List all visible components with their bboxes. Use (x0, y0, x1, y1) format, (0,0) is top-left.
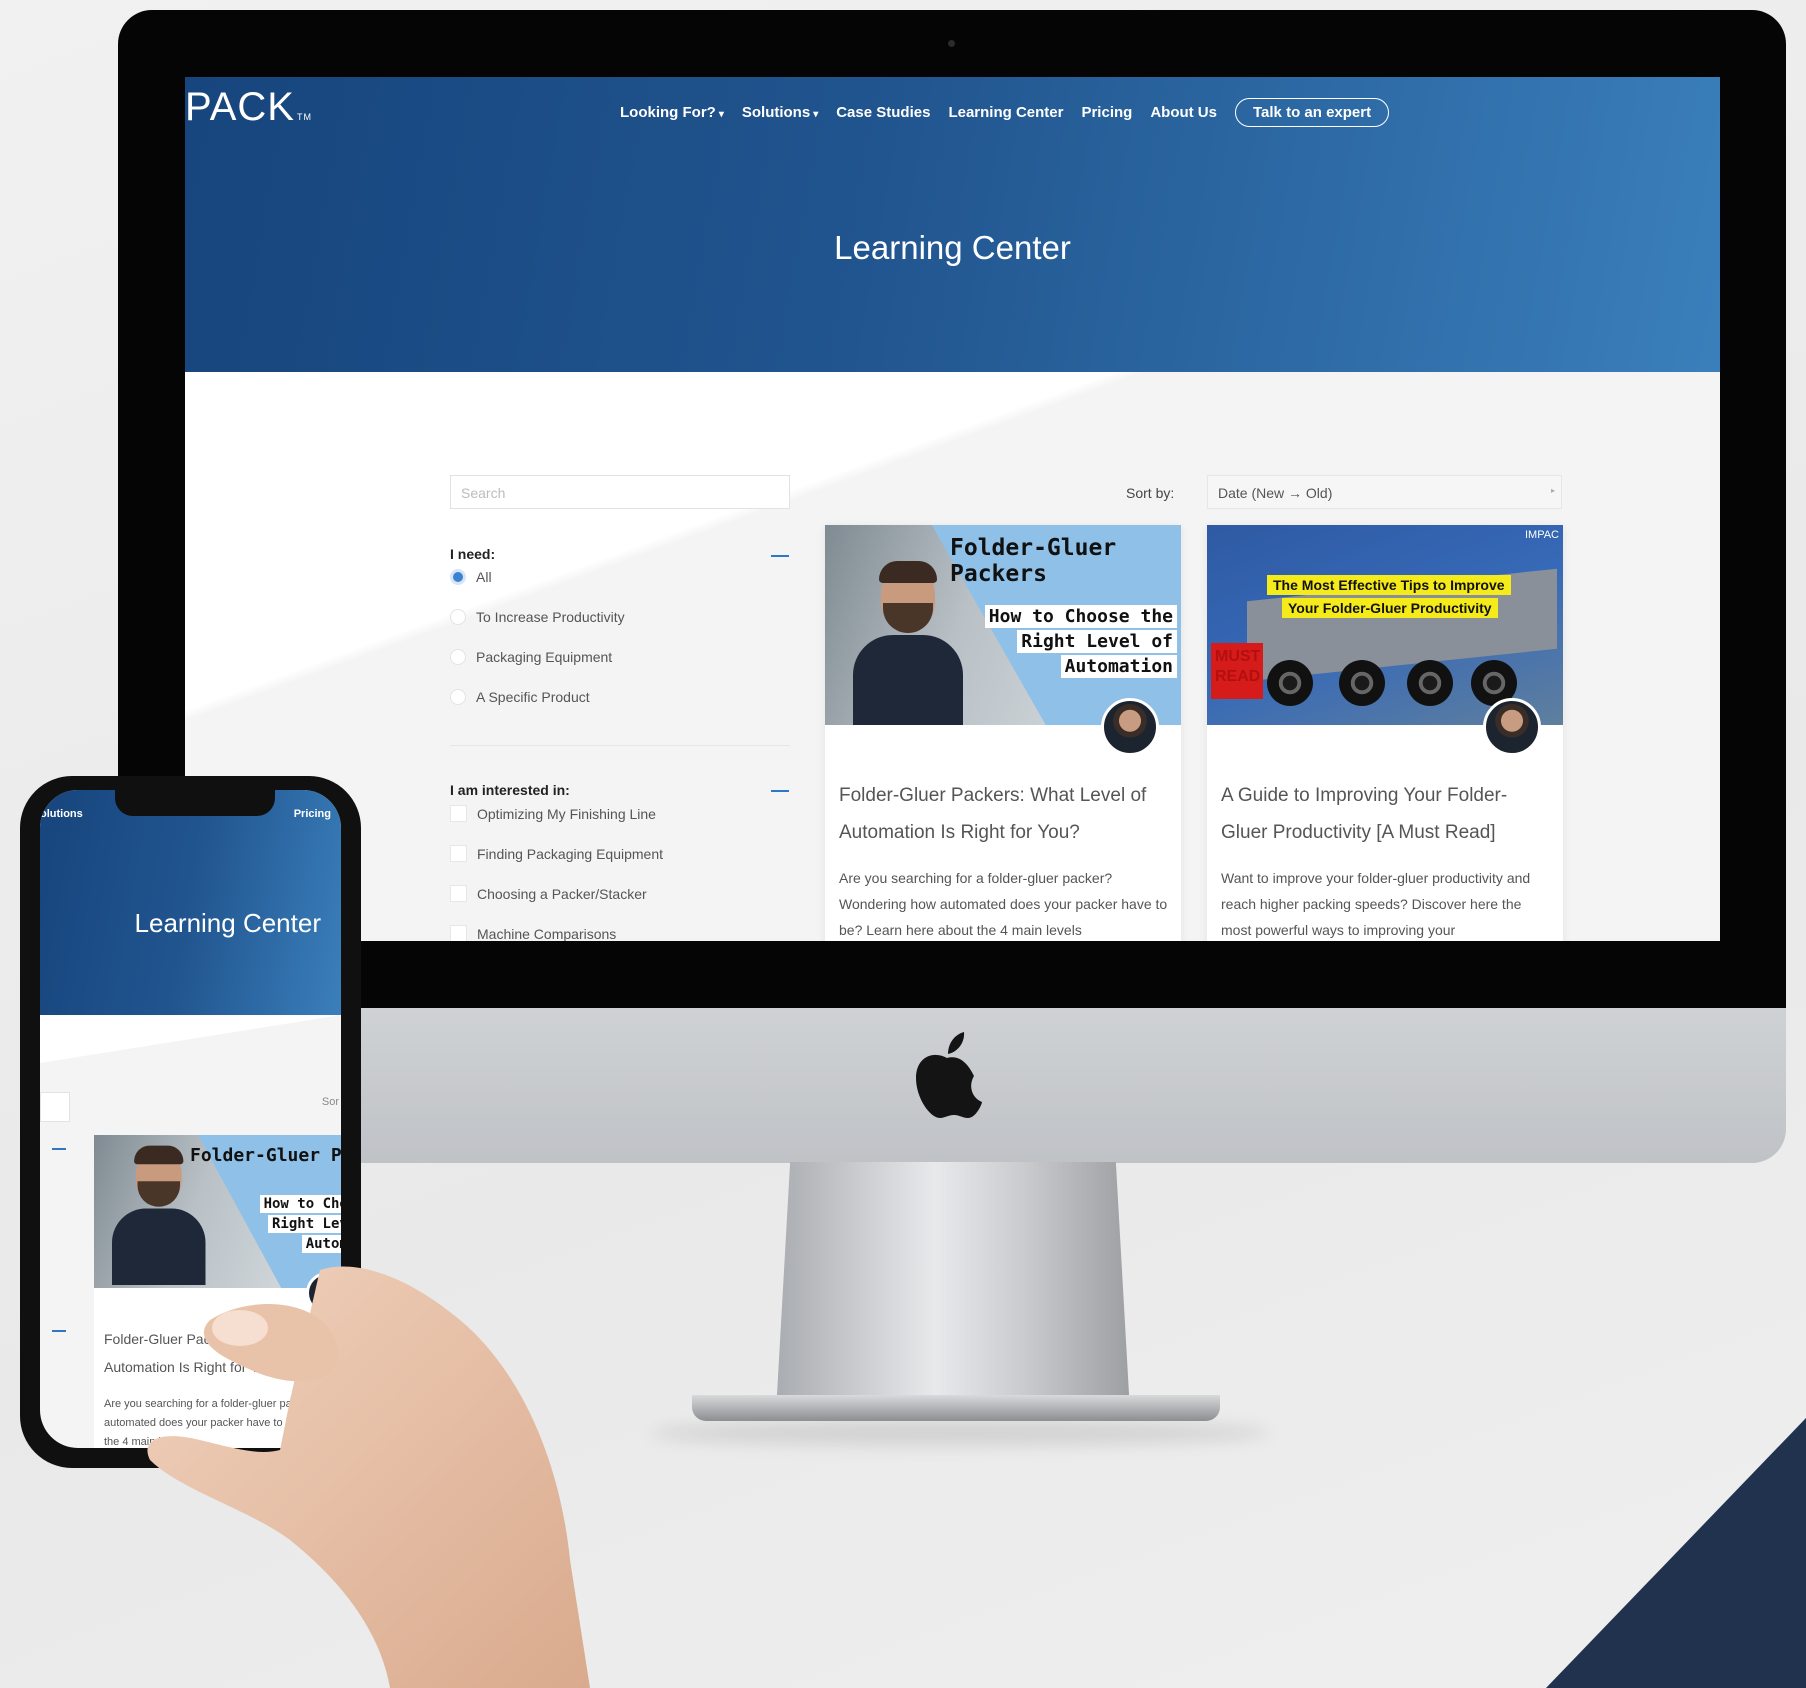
article-thumbnail[interactable]: Folder-Gluer Packers How to Choose the R… (825, 525, 1181, 725)
filter-interest-equipment[interactable]: Finding Packaging Equipment (450, 845, 663, 862)
camera-icon (948, 40, 955, 47)
filter-need-product[interactable]: A Specific Product (450, 689, 590, 705)
thumb-subtitle: How to Choose the Right Level of Automat… (984, 605, 1177, 678)
imac-stand-shadow (650, 1420, 1270, 1446)
radio[interactable] (450, 649, 466, 665)
nav-solutions[interactable]: Solutions ▾ (742, 104, 818, 121)
thumb-heading: Folder-Gluer Packe (190, 1145, 341, 1166)
author-avatar (1101, 698, 1159, 756)
nav-looking-for[interactable]: Looking For? ▾ (620, 104, 724, 121)
must-read-badge: MUST READ (1211, 643, 1263, 699)
mobile-hero: olutions Pricing Learning Center (40, 790, 341, 1015)
article-excerpt: Are you searching for a folder-gluer pac… (839, 870, 1168, 938)
mobile-page-title: Learning Center (134, 908, 321, 938)
thumb-line-1: The Most Effective Tips to Improve (1267, 575, 1511, 595)
article-card[interactable]: Folder-Gluer Packers How to Choose the R… (825, 525, 1181, 941)
main-nav: Looking For? ▾ Solutions ▾ Case Studies Le… (620, 98, 1390, 127)
search-input[interactable]: Search (450, 475, 790, 509)
mobile-search-input[interactable] (40, 1092, 70, 1122)
mobile-white-band (40, 1015, 341, 1063)
chevron-down-icon: ▸ (1550, 486, 1555, 495)
checkbox[interactable] (450, 845, 467, 862)
chevron-down-icon: ▾ (718, 109, 724, 120)
site-logo[interactable]: PACK TM (185, 85, 312, 130)
filter-interest-title: I am interested in: (450, 782, 570, 798)
radio-selected[interactable] (450, 569, 466, 585)
content-area: Search Sort by: Date (New → Old) ▸ I need… (185, 372, 1720, 941)
presenter-image (853, 561, 963, 725)
nav-pricing[interactable]: Pricing (1081, 104, 1132, 121)
article-title[interactable]: Folder-Gluer Packers: What Level of Auto… (839, 777, 1169, 851)
sort-value: Date (New → Old) (1218, 485, 1333, 501)
collapse-icon[interactable] (52, 1148, 66, 1150)
thumb-brand: IMPAC (1524, 529, 1559, 541)
nav-learning-center[interactable]: Learning Center (948, 104, 1063, 121)
article-title[interactable]: A Guide to Improving Your Folder-Gluer P… (1221, 777, 1551, 851)
article-thumbnail[interactable]: The Most Effective Tips to Improve Your … (1207, 525, 1563, 725)
corner-decoration (1546, 1418, 1806, 1688)
article-card[interactable]: The Most Effective Tips to Improve Your … (1207, 525, 1563, 941)
collapse-icon[interactable] (52, 1330, 66, 1332)
filter-need-productivity[interactable]: To Increase Productivity (450, 609, 625, 625)
filter-interest-finishing[interactable]: Optimizing My Finishing Line (450, 805, 656, 822)
imac-stand-foot (692, 1395, 1220, 1421)
checkbox[interactable] (450, 885, 467, 902)
nav-about-us[interactable]: About Us (1150, 104, 1217, 121)
filter-need-all[interactable]: All (450, 569, 492, 585)
page-title: Learning Center (834, 229, 1071, 266)
collapse-interest-icon[interactable] (771, 790, 789, 792)
radio[interactable] (450, 689, 466, 705)
filter-need-title: I need: (450, 546, 496, 562)
talk-to-expert-button[interactable]: Talk to an expert (1235, 98, 1390, 127)
filter-divider (450, 745, 790, 746)
checkbox[interactable] (450, 925, 467, 941)
mobile-nav-solutions[interactable]: olutions (40, 808, 83, 820)
collapse-need-icon[interactable] (771, 555, 789, 557)
filter-interest-comparisons[interactable]: Machine Comparisons (450, 925, 616, 941)
hero-banner: PACK TM Looking For? ▾ Solutions ▾ Case Stu… (185, 77, 1720, 372)
mobile-sort-label[interactable]: Sor (322, 1096, 339, 1108)
thumb-line-2: Your Folder-Gluer Productivity (1282, 598, 1498, 618)
filter-interest-packer[interactable]: Choosing a Packer/Stacker (450, 885, 647, 902)
apple-logo-icon (916, 1032, 982, 1118)
chevron-down-icon: ▾ (813, 109, 819, 120)
sort-select[interactable]: Date (New → Old) ▸ (1207, 475, 1562, 509)
mobile-nav-pricing[interactable]: Pricing (294, 808, 331, 820)
imac-stand-neck (776, 1162, 1130, 1412)
thumb-heading: Folder-Gluer Packers (950, 535, 1117, 587)
filter-need-equipment[interactable]: Packaging Equipment (450, 649, 612, 665)
nav-case-studies[interactable]: Case Studies (836, 104, 930, 121)
article-excerpt: Want to improve your folder-gluer produc… (1221, 870, 1531, 938)
desktop-screen: PACK TM Looking For? ▾ Solutions ▾ Case Stu… (185, 77, 1720, 941)
checkbox[interactable] (450, 805, 467, 822)
sort-label: Sort by: (1126, 485, 1175, 501)
hand-image (147, 1266, 590, 1688)
phone-notch (115, 788, 275, 816)
author-avatar (1483, 698, 1541, 756)
radio[interactable] (450, 609, 466, 625)
